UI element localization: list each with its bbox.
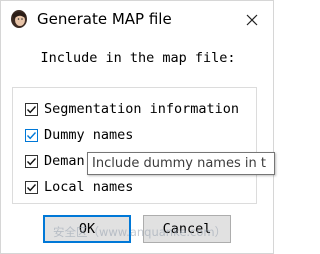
- dialog-heading: Include in the map file:: [40, 50, 236, 66]
- option-demangled-names[interactable]: Deman: [25, 152, 85, 170]
- watermark: 安全区（www.anquanke.com）: [53, 225, 227, 239]
- option-label: Dummy names: [44, 127, 134, 143]
- option-label: Local names: [44, 179, 134, 195]
- option-label: Deman: [44, 153, 85, 169]
- checkbox-demangled-names[interactable]: [25, 154, 38, 168]
- option-local-names[interactable]: Local names: [25, 178, 133, 196]
- checkbox-local-names[interactable]: [25, 180, 38, 194]
- close-icon: [246, 11, 258, 30]
- checkmark-icon: [26, 131, 37, 139]
- window-title: Generate MAP file: [37, 10, 172, 28]
- title-bar[interactable]: Generate MAP file: [1, 1, 273, 39]
- generate-map-dialog: Generate MAP file Include in the map fil…: [0, 0, 275, 254]
- option-dummy-names[interactable]: Dummy names: [25, 126, 133, 144]
- checkmark-icon: [26, 157, 37, 165]
- checkbox-dummy-names[interactable]: [25, 128, 38, 142]
- checkbox-segmentation-information[interactable]: [25, 102, 38, 116]
- tooltip: Include dummy names in t: [87, 152, 275, 175]
- close-button[interactable]: [237, 7, 267, 33]
- ida-face-icon: [9, 9, 29, 29]
- checkmark-icon: [26, 105, 37, 113]
- option-label: Segmentation information: [44, 101, 240, 117]
- option-segmentation-information[interactable]: Segmentation information: [25, 100, 239, 118]
- checkmark-icon: [26, 183, 37, 191]
